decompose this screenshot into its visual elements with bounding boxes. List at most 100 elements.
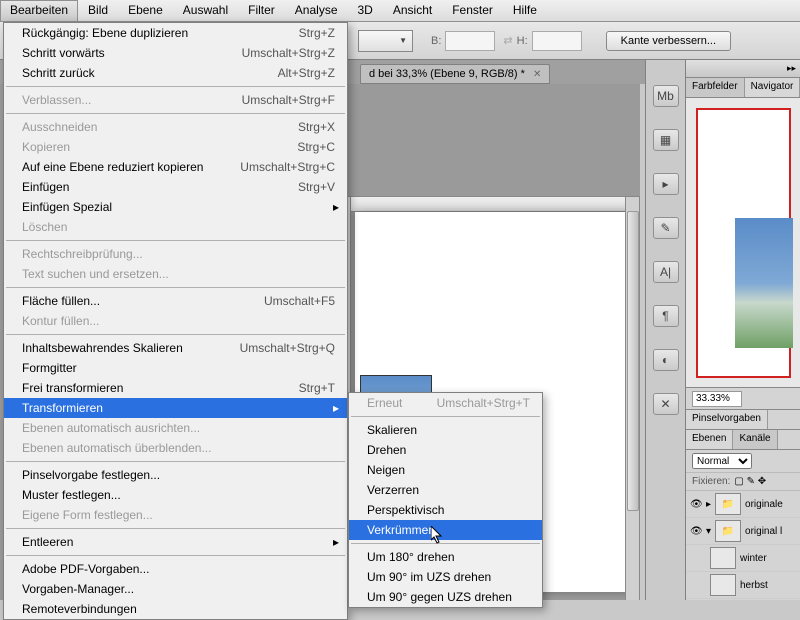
edit-menu-item[interactable]: Muster festlegen... — [4, 485, 347, 505]
transform-item[interactable]: Perspektivisch — [349, 500, 542, 520]
submenu-arrow-icon: ▸ — [333, 401, 339, 415]
menu-bild[interactable]: Bild — [78, 0, 118, 21]
separator — [6, 555, 345, 556]
document-tab[interactable]: d bei 33,3% (Ebene 9, RGB/8) * ✕ — [360, 64, 550, 84]
zoom-row — [686, 388, 800, 410]
transform-item[interactable]: Um 90° gegen UZS drehen — [349, 587, 542, 607]
layer-row[interactable]: 👁 ▸ 📁 originale — [686, 491, 800, 518]
link-icon[interactable]: ⇄ — [503, 34, 512, 47]
close-icon[interactable]: ✕ — [533, 69, 541, 80]
menu-item-label: Frei transformieren — [22, 381, 123, 395]
info-icon[interactable]: ◐ — [653, 349, 679, 371]
tab-ebenen[interactable]: Ebenen — [686, 430, 733, 449]
edit-menu-item[interactable]: Vorgaben-Manager... — [4, 579, 347, 599]
menu-bearbeiten[interactable]: Bearbeiten — [0, 0, 78, 21]
navigator-tabs: Farbfelder Navigator — [686, 78, 800, 98]
transform-item[interactable]: Skalieren — [349, 420, 542, 440]
document-tab-label: d bei 33,3% (Ebene 9, RGB/8) * — [369, 68, 525, 80]
lock-label: Fixieren: — [692, 476, 730, 487]
shortcut-label: Umschalt+Strg+C — [240, 160, 335, 174]
edit-menu-item[interactable]: Fläche füllen...Umschalt+F5 — [4, 291, 347, 311]
transform-item[interactable]: Verkrümmen — [349, 520, 542, 540]
transform-submenu: ErneutUmschalt+Strg+TSkalierenDrehenNeig… — [348, 392, 543, 608]
transform-item[interactable]: Verzerren — [349, 480, 542, 500]
paragraph-icon[interactable]: ¶ — [653, 305, 679, 327]
eye-icon[interactable]: 👁 — [690, 499, 702, 510]
edit-menu-item[interactable]: Auf eine Ebene reduziert kopierenUmschal… — [4, 157, 347, 177]
transform-item[interactable]: Um 90° im UZS drehen — [349, 567, 542, 587]
shortcut-label: Strg+T — [299, 381, 335, 395]
menu-ebene[interactable]: Ebene — [118, 0, 173, 21]
menu-item-label: Fläche füllen... — [22, 294, 100, 308]
character-icon[interactable]: A| — [653, 261, 679, 283]
transform-item[interactable]: Um 180° drehen — [349, 547, 542, 567]
menu-item-label: Eigene Form festlegen... — [22, 508, 153, 522]
edit-menu-item[interactable]: EinfügenStrg+V — [4, 177, 347, 197]
tab-pinselvorgaben[interactable]: Pinselvorgaben — [686, 410, 768, 429]
edit-menu-item[interactable]: Entleeren▸ — [4, 532, 347, 552]
layer-row[interactable]: winter — [686, 545, 800, 572]
separator — [6, 528, 345, 529]
height-input[interactable] — [532, 31, 582, 51]
edit-menu-item[interactable]: Inhaltsbewahrendes SkalierenUmschalt+Str… — [4, 338, 347, 358]
collapse-icon[interactable]: ▸▸ — [787, 63, 796, 74]
zoom-input[interactable] — [692, 391, 742, 407]
lock-icons[interactable]: ▢ ✎ ✥ — [734, 476, 766, 487]
edit-menu-item[interactable]: Rückgängig: Ebene duplizierenStrg+Z — [4, 23, 347, 43]
refine-edge-button[interactable]: Kante verbessern... — [606, 31, 731, 51]
scrollbar-thumb[interactable] — [627, 211, 639, 511]
histogram-icon[interactable]: ▦ — [653, 129, 679, 151]
shortcut-label: Strg+X — [298, 120, 335, 134]
menu-analyse[interactable]: Analyse — [285, 0, 348, 21]
shortcut-label: Umschalt+Strg+Z — [242, 46, 335, 60]
width-input[interactable] — [445, 31, 495, 51]
menu-item-label: Pinselvorgabe festlegen... — [22, 468, 160, 482]
edit-menu: Rückgängig: Ebene duplizierenStrg+ZSchri… — [3, 22, 348, 620]
menu-item-label: Ebenen automatisch überblenden... — [22, 441, 211, 455]
tool-icon[interactable]: ✕ — [653, 393, 679, 415]
toolbar-dropdown[interactable] — [358, 30, 413, 52]
edit-menu-item[interactable]: Remoteverbindungen — [4, 599, 347, 619]
eye-icon[interactable]: 👁 — [690, 526, 702, 537]
tab-farbfelder[interactable]: Farbfelder — [686, 78, 745, 97]
menu-item-label: Schritt zurück — [22, 66, 95, 80]
brush-icon[interactable]: ✎ — [653, 217, 679, 239]
panel-topbar: ▸▸ — [686, 60, 800, 78]
separator — [6, 86, 345, 87]
menu-ansicht[interactable]: Ansicht — [383, 0, 442, 21]
menu-3d[interactable]: 3D — [348, 0, 383, 21]
blend-row: Normal — [686, 450, 800, 473]
menu-filter[interactable]: Filter — [238, 0, 285, 21]
edit-menu-item[interactable]: Adobe PDF-Vorgaben... — [4, 559, 347, 579]
layer-row[interactable]: 👁 ▾ 📁 original l — [686, 518, 800, 545]
menu-item-label: Inhaltsbewahrendes Skalieren — [22, 341, 183, 355]
layer-row[interactable]: herbst — [686, 572, 800, 599]
edit-menu-item[interactable]: Schritt vorwärtsUmschalt+Strg+Z — [4, 43, 347, 63]
menu-hilfe[interactable]: Hilfe — [503, 0, 547, 21]
layer-thumb — [710, 574, 736, 596]
transform-item[interactable]: Drehen — [349, 440, 542, 460]
edit-menu-item[interactable]: Transformieren▸ — [4, 398, 347, 418]
edit-menu-item[interactable]: Einfügen Spezial▸ — [4, 197, 347, 217]
actions-icon[interactable]: ▸ — [653, 173, 679, 195]
tab-kanaele[interactable]: Kanäle — [733, 430, 777, 449]
edit-menu-item[interactable]: Frei transformieren Strg+T — [4, 378, 347, 398]
menu-auswahl[interactable]: Auswahl — [173, 0, 238, 21]
edit-menu-item[interactable]: Formgitter — [4, 358, 347, 378]
transform-item[interactable]: Neigen — [349, 460, 542, 480]
blend-mode-select[interactable]: Normal — [692, 453, 752, 469]
separator — [6, 461, 345, 462]
edit-menu-item[interactable]: Pinselvorgabe festlegen... — [4, 465, 347, 485]
navigator-preview[interactable] — [686, 98, 800, 388]
menu-fenster[interactable]: Fenster — [442, 0, 503, 21]
scrollbar-vertical[interactable] — [625, 196, 640, 600]
shortcut-label: Umschalt+Strg+F — [242, 93, 335, 107]
chevron-right-icon[interactable]: ▸ — [706, 499, 711, 510]
tab-navigator[interactable]: Navigator — [745, 78, 800, 97]
edit-menu-item[interactable]: Schritt zurückAlt+Strg+Z — [4, 63, 347, 83]
menu-item-label: Um 90° im UZS drehen — [367, 570, 491, 584]
navigator-box — [696, 108, 791, 378]
layer-name: original l — [745, 526, 782, 537]
chevron-down-icon[interactable]: ▾ — [706, 526, 711, 537]
panel-icon-mb[interactable]: Mb — [653, 85, 679, 107]
